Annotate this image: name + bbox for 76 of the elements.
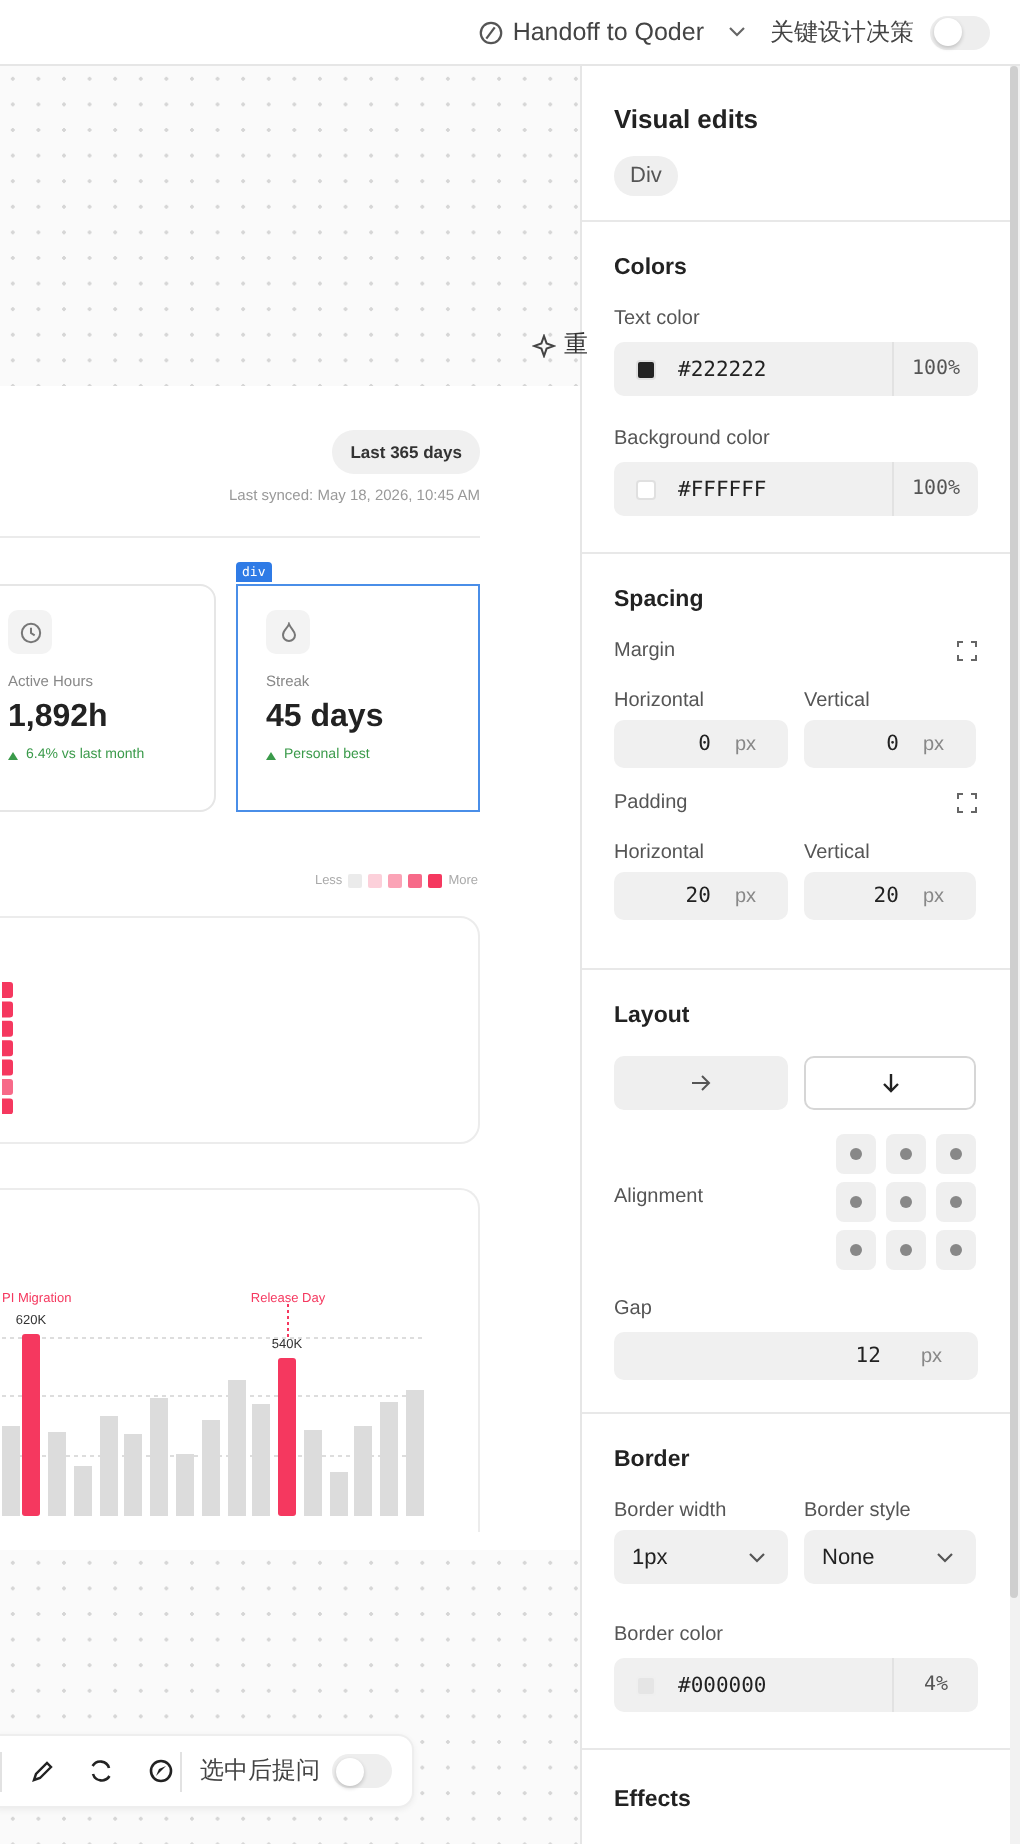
section-title: Layout [614, 1004, 692, 1028]
arrow-down-icon [881, 1072, 899, 1094]
color-value: #000000 [678, 1673, 767, 1697]
expand-icon[interactable] [956, 640, 978, 662]
section-title: Colors [614, 256, 689, 280]
alignment-cell[interactable] [936, 1134, 976, 1174]
range-button[interactable]: Last 365 days [332, 430, 480, 474]
alignment-cell[interactable] [936, 1230, 976, 1270]
opacity-value: 100% [892, 342, 978, 396]
pencil-icon[interactable] [30, 1759, 54, 1783]
number-field[interactable]: 20 px [614, 872, 788, 920]
alignment-cell[interactable] [836, 1134, 876, 1174]
color-value: #222222 [678, 357, 767, 381]
field-label: Gap [614, 1298, 654, 1320]
field-label: Vertical [804, 842, 872, 864]
color-field[interactable]: #FFFFFF 100% [614, 462, 978, 516]
opacity-value: 4% [892, 1658, 978, 1712]
clock-icon [19, 621, 41, 643]
handoff-button[interactable]: Handoff to Qoder [478, 18, 746, 46]
alignment-cell[interactable] [936, 1182, 976, 1222]
field-label: Margin [614, 640, 676, 662]
bar [74, 1466, 92, 1516]
select-field[interactable]: None [804, 1530, 976, 1584]
stat-value: 45 days [266, 700, 386, 736]
color-swatch [636, 359, 656, 379]
section-title: Effects [614, 1788, 693, 1812]
arrow-right-icon [690, 1074, 712, 1092]
color-value: #FFFFFF [678, 477, 767, 501]
refresh-icon[interactable] [88, 1758, 114, 1784]
scrollbar[interactable] [1010, 66, 1020, 1844]
heatmap-drawing [2, 982, 14, 1114]
number-field[interactable]: 0 px [614, 720, 788, 768]
field-label: Horizontal [614, 690, 707, 712]
expand-icon[interactable] [956, 792, 978, 814]
decisions-toggle[interactable] [930, 15, 990, 49]
up-triangle-icon [266, 751, 276, 759]
up-triangle-icon [8, 751, 18, 759]
field-label: Border width [614, 1500, 729, 1522]
color-field[interactable]: #000000 4% [614, 1658, 978, 1712]
opacity-value: 100% [892, 462, 978, 516]
field-label: Padding [614, 792, 688, 814]
toggle-label: 选中后提问 [200, 1754, 320, 1788]
sparkle-icon [532, 333, 556, 357]
alignment-cell[interactable] [886, 1182, 926, 1222]
alignment-cell[interactable] [836, 1182, 876, 1222]
alignment-cell[interactable] [886, 1134, 926, 1174]
color-field[interactable]: #222222 100% [614, 342, 978, 396]
qoder-icon [478, 19, 505, 45]
field-label: Border style [804, 1500, 913, 1522]
alignment-cell[interactable] [836, 1230, 876, 1270]
element-chip: Div [614, 156, 678, 196]
bar [330, 1472, 348, 1516]
field-label: Vertical [804, 690, 872, 712]
chevron-down-icon [748, 1551, 766, 1563]
panel-title: Visual edits [614, 104, 761, 134]
chevron-down-icon [936, 1551, 954, 1563]
field-label: Background color [614, 428, 772, 450]
compass-icon[interactable] [148, 1758, 174, 1784]
number-field[interactable]: 20 px [804, 872, 976, 920]
regenerate-label[interactable]: 重 [532, 328, 588, 362]
alignment-cell[interactable] [886, 1230, 926, 1270]
field-label: Alignment [614, 1185, 703, 1207]
field-label: Text color [614, 308, 702, 330]
field-label: Horizontal [614, 842, 707, 864]
number-field[interactable]: 12 px [614, 1332, 978, 1380]
toggle-label: 关键设计决策 [770, 15, 914, 49]
chevron-down-icon [728, 26, 746, 38]
ask-toggle[interactable] [332, 1754, 392, 1788]
flame-icon [279, 622, 297, 642]
field-label: Border color [614, 1624, 725, 1646]
stat-value: 1,892h [8, 700, 110, 736]
number-field[interactable]: 0 px [804, 720, 976, 768]
section-title: Border [614, 1448, 692, 1472]
section-title: Spacing [614, 588, 706, 612]
select-field[interactable]: 1px [614, 1530, 788, 1584]
color-swatch [636, 479, 656, 499]
